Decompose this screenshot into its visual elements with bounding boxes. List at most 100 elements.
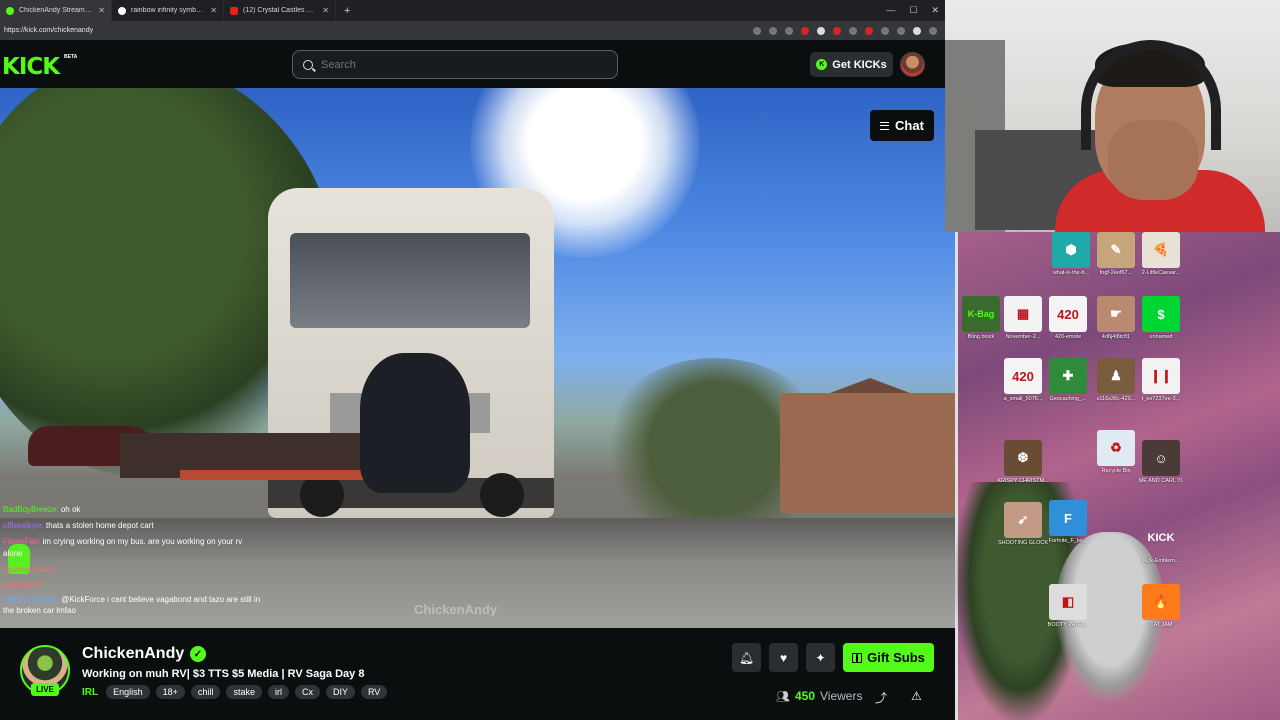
site-header: KICK BETA K Get KICKs (0, 40, 945, 88)
browser-tab-youtube[interactable]: (12) Crystal Castles First Album M ✕ (224, 0, 336, 21)
zoom-icon[interactable] (753, 26, 761, 35)
kick-favicon-icon (6, 6, 14, 15)
chat-message: thats a stolen home depot cart (46, 521, 154, 530)
desktop-icon-image: ◧ (1049, 584, 1087, 620)
browser-tab-google[interactable]: rainbow infinity symbol - Google ✕ (112, 0, 224, 21)
tag-chip[interactable]: chill (190, 685, 221, 699)
tag-chip[interactable]: Cx (294, 685, 320, 699)
desktop-icon[interactable]: F Fortnite_F_let... (1040, 500, 1096, 545)
verified-icon: ✓ (190, 646, 206, 662)
tag-chip[interactable]: RV (360, 685, 388, 699)
desktop-icon-image: ☛ (1097, 296, 1135, 332)
heart-icon: ♥ (779, 650, 788, 665)
gift-subs-label: Gift Subs (867, 650, 925, 665)
extension-icon[interactable] (833, 26, 841, 35)
kick-logo[interactable]: KICK (2, 54, 60, 80)
extension-icon[interactable] (801, 26, 809, 35)
desktop-icon-label: KRISPY CHRISTM... (997, 478, 1049, 484)
streamer-hands (1108, 120, 1198, 200)
desktop-icon-image: KICK (1147, 532, 1175, 544)
desktop-icon-label: Fortnite_F_let... (1048, 538, 1088, 544)
tag-chip[interactable]: English (106, 685, 150, 699)
maximize-icon[interactable]: ☐ (909, 5, 917, 16)
tab-label: rainbow infinity symbol - Google (131, 7, 205, 14)
desktop-icon-image: 🔥 (1142, 584, 1180, 620)
get-kicks-label: Get KICKs (832, 58, 887, 71)
extension-icon[interactable] (865, 26, 873, 35)
beta-label: BETA (64, 54, 78, 60)
desktop-icon-image: ♻ (1097, 430, 1135, 466)
tag-chip[interactable]: stake (226, 685, 262, 699)
profile-icon[interactable] (913, 26, 921, 35)
desktop-icon[interactable]: 🔥 CAT JAM (1133, 584, 1189, 629)
search-icon (303, 59, 313, 70)
cart-red-edge (180, 470, 390, 480)
chat-username: QuartaQuinco: (3, 565, 56, 574)
extension-icon[interactable] (849, 26, 857, 35)
close-tab-icon[interactable]: ✕ (322, 6, 329, 15)
webcam-feed (945, 0, 1280, 232)
minimize-icon[interactable]: — (886, 5, 895, 16)
extension-icon[interactable] (817, 26, 825, 35)
desktop-icon[interactable]: ❙❙ t_ee7237ee-3... (1133, 358, 1189, 403)
desktop-icon[interactable]: ☺ ME AND CARL !!1 (1133, 440, 1189, 485)
user-avatar[interactable] (900, 52, 925, 77)
search-input[interactable] (321, 58, 601, 71)
get-kicks-button[interactable]: K Get KICKs (810, 52, 893, 77)
desktop-icon-label: ME AND CARL !!1 (1138, 478, 1184, 484)
close-tab-icon[interactable]: ✕ (210, 6, 217, 15)
tag-chip[interactable]: DIY (325, 685, 355, 699)
desktop-icon-label: unnamed (1149, 334, 1173, 340)
desktop-icon[interactable]: KICK Kick-Emblem... (1133, 520, 1189, 565)
clip-button[interactable]: ✦ (806, 643, 835, 672)
chat-username: BadBoyBreeze: (3, 505, 59, 514)
window-controls: — ☐ ✕ (886, 5, 945, 16)
follow-button[interactable]: ♥ (769, 643, 798, 672)
house (780, 393, 955, 513)
search-bar[interactable] (292, 50, 618, 79)
gift-subs-button[interactable]: Gift Subs (843, 643, 934, 672)
tag-chip[interactable]: 18+ (155, 685, 185, 699)
tag-chip[interactable]: irl (267, 685, 289, 699)
tab-label: ChickenAndy Stream - Watch (19, 7, 93, 14)
overlay-chat: BadBoyBreeze: oh ok offbeatkyle: thats a… (3, 502, 263, 616)
desktop-icon[interactable]: $ unnamed (1133, 296, 1189, 341)
report-icon[interactable]: ⚠ (911, 689, 922, 703)
new-tab-icon[interactable]: + (336, 5, 358, 17)
chat-username: SNEAKYWIND: (3, 595, 60, 604)
kick-coin-icon: K (816, 59, 828, 70)
url-field[interactable]: https://kick.com/chickenandy (4, 27, 93, 34)
desktop-icon-image: 🍕 (1142, 232, 1180, 268)
desktop-icon[interactable]: ❆ KRISPY CHRISTM... (995, 440, 1051, 485)
desktop-icon-image: ☺ (1142, 440, 1180, 476)
bell-icon: 🔔︎ (738, 650, 755, 665)
overlay-chat-line: offbeatkyle: thats a stolen home depot c… (3, 518, 263, 534)
category-link[interactable]: IRL (82, 687, 98, 698)
overlay-chat-line: QuartaQuinco: (3, 562, 263, 578)
desktop-icon-image: ▦ (1004, 296, 1042, 332)
chat-lines-icon (880, 121, 890, 130)
notifications-button[interactable]: 🔔︎ (732, 643, 761, 672)
rv-windshield (290, 233, 530, 328)
close-window-icon[interactable]: ✕ (931, 5, 939, 16)
desktop-icon-image: 420 (1049, 296, 1087, 332)
desktop-icon-label: 2-LittleCaesar... (1141, 270, 1181, 276)
share-icon[interactable]: ⤴ (875, 689, 887, 706)
streamer-name[interactable]: ChickenAndy (82, 645, 184, 663)
puzzle-icon[interactable] (897, 26, 905, 35)
desktop-icon-image: $ (1142, 296, 1180, 332)
desktop-icon-label: Kick-Emblem... (1142, 558, 1180, 564)
close-tab-icon[interactable]: ✕ (98, 6, 105, 15)
browser-tab-kick[interactable]: ChickenAndy Stream - Watch ✕ (0, 0, 112, 21)
translate-icon[interactable] (769, 26, 777, 35)
extension-icon[interactable] (881, 26, 889, 35)
viewer-count-label: Viewers (820, 689, 863, 703)
desktop-icon-image: ❆ (1004, 440, 1042, 476)
menu-dots-icon[interactable] (929, 26, 937, 35)
stream-title: Working on muh RV| $3 TTS $5 Media | RV … (82, 668, 365, 680)
bookmark-star-icon[interactable] (785, 26, 793, 35)
desktop-icon[interactable]: 🍕 2-LittleCaesar... (1133, 232, 1189, 277)
desktop-icon[interactable]: ◧ BOOTY PATRI... (1040, 584, 1096, 629)
chat-toggle-button[interactable]: Chat (870, 110, 934, 141)
desktop-icon-label: CAT JAM (1149, 622, 1173, 628)
